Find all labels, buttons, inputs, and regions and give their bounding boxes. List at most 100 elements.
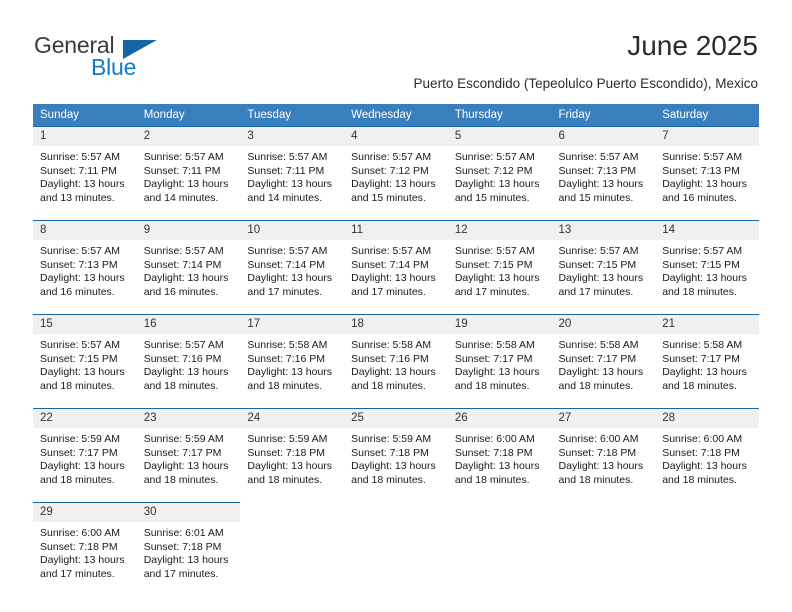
day-number: 17 — [240, 315, 345, 334]
calendar-day-cell[interactable]: 16 Sunrise: 5:57 AM Sunset: 7:16 PM Dayligh… — [136, 314, 241, 400]
day-number: 25 — [344, 409, 448, 428]
sunrise-text: Sunrise: 6:00 AM — [558, 433, 639, 445]
generalblue-logo[interactable]: General Blue — [34, 32, 224, 82]
week-row-spacer-cell — [33, 306, 759, 314]
calendar-day-cell[interactable]: 30 Sunrise: 6:01 AM Sunset: 7:18 PM Dayligh… — [136, 502, 241, 588]
day-number: 18 — [344, 315, 448, 334]
day-sun-info — [344, 521, 448, 526]
sunrise-text: Sunrise: 5:57 AM — [558, 151, 639, 163]
day-number — [551, 502, 656, 521]
sunrise-text: Sunrise: 5:57 AM — [143, 245, 224, 257]
calendar-day-cell[interactable]: 12 Sunrise: 5:57 AM Sunset: 7:15 PM Dayligh… — [447, 220, 552, 306]
sunrise-text: Sunrise: 5:57 AM — [40, 151, 120, 163]
calendar-day-cell — [447, 502, 552, 588]
daylight-text: Daylight: 13 hours and 14 minutes. — [247, 178, 333, 204]
day-sun-info: Sunrise: 5:57 AM Sunset: 7:14 PM Daylight:… — [137, 240, 241, 299]
sunset-text: Sunset: 7:13 PM — [558, 164, 637, 177]
calendar-day-cell[interactable]: 20 Sunrise: 5:58 AM Sunset: 7:17 PM Dayligh… — [551, 314, 656, 400]
calendar-day-cell[interactable]: 1 Sunrise: 5:57 AM Sunset: 7:11 PM Daylight… — [33, 126, 137, 212]
page-subtitle: Puerto Escondido (Tepeolulco Puerto Esco… — [413, 76, 758, 91]
calendar-day-cell[interactable]: 4 Sunrise: 5:57 AM Sunset: 7:12 PM Daylight… — [344, 126, 448, 212]
daylight-text: Daylight: 13 hours and 13 minutes. — [40, 178, 125, 204]
sunset-text: Sunset: 7:17 PM — [662, 352, 740, 365]
calendar-day-cell[interactable]: 8 Sunrise: 5:57 AM Sunset: 7:13 PM Daylight… — [33, 220, 137, 306]
calendar-day-cell[interactable]: 2 Sunrise: 5:57 AM Sunset: 7:11 PM Daylight… — [136, 126, 241, 212]
calendar-day-cell[interactable]: 10 Sunrise: 5:57 AM Sunset: 7:14 PM Dayligh… — [240, 220, 345, 306]
calendar-day-cell[interactable]: 9 Sunrise: 5:57 AM Sunset: 7:14 PM Daylight… — [136, 220, 241, 306]
calendar-day-cell[interactable]: 17 Sunrise: 5:58 AM Sunset: 7:16 PM Dayligh… — [240, 314, 345, 400]
sunset-text: Sunset: 7:18 PM — [454, 446, 533, 459]
calendar-day-cell[interactable]: 28 Sunrise: 6:00 AM Sunset: 7:18 PM Dayligh… — [655, 408, 759, 494]
calendar-day-cell[interactable]: 14 Sunrise: 5:57 AM Sunset: 7:15 PM Dayligh… — [655, 220, 759, 306]
day-sun-info: Sunrise: 5:58 AM Sunset: 7:17 PM Daylight:… — [655, 334, 759, 393]
sunset-text: Sunset: 7:12 PM — [351, 164, 429, 177]
day-sun-info: Sunrise: 5:57 AM Sunset: 7:12 PM Daylight:… — [344, 146, 448, 205]
calendar-day-cell[interactable]: 22 Sunrise: 5:59 AM Sunset: 7:17 PM Dayligh… — [33, 408, 137, 494]
calendar-day-cell[interactable]: 24 Sunrise: 5:59 AM Sunset: 7:18 PM Dayligh… — [240, 408, 345, 494]
weekday-header-sunday: Sunday — [33, 104, 137, 126]
calendar-week-row: 22 Sunrise: 5:59 AM Sunset: 7:17 PM Dayligh… — [33, 408, 759, 494]
calendar-day-cell[interactable]: 25 Sunrise: 5:59 AM Sunset: 7:18 PM Dayligh… — [344, 408, 448, 494]
daylight-text: Daylight: 13 hours and 18 minutes. — [247, 460, 333, 486]
day-box: 1 Sunrise: 5:57 AM Sunset: 7:11 PM Daylight… — [33, 126, 137, 212]
day-number — [655, 502, 759, 521]
calendar-day-cell[interactable]: 21 Sunrise: 5:58 AM Sunset: 7:17 PM Dayligh… — [655, 314, 759, 400]
day-box: 23 Sunrise: 5:59 AM Sunset: 7:17 PM Dayligh… — [136, 408, 241, 494]
calendar-day-cell[interactable]: 6 Sunrise: 5:57 AM Sunset: 7:13 PM Daylight… — [551, 126, 656, 212]
day-number: 26 — [447, 409, 552, 428]
calendar-day-cell[interactable]: 29 Sunrise: 6:00 AM Sunset: 7:18 PM Dayligh… — [33, 502, 137, 588]
day-number: 20 — [551, 315, 656, 334]
day-sun-info: Sunrise: 5:57 AM Sunset: 7:11 PM Daylight:… — [33, 146, 137, 205]
day-sun-info — [552, 521, 656, 526]
sunset-text: Sunset: 7:15 PM — [454, 258, 533, 271]
sunrise-text: Sunrise: 6:00 AM — [662, 433, 743, 445]
calendar-day-cell[interactable]: 27 Sunrise: 6:00 AM Sunset: 7:18 PM Dayligh… — [551, 408, 656, 494]
sunrise-text: Sunrise: 5:58 AM — [351, 339, 432, 351]
week-row-spacer-cell — [33, 212, 759, 220]
day-sun-info: Sunrise: 5:57 AM Sunset: 7:15 PM Daylight:… — [552, 240, 656, 299]
day-sun-info: Sunrise: 5:57 AM Sunset: 7:15 PM Daylight:… — [33, 334, 137, 393]
day-box: 15 Sunrise: 5:57 AM Sunset: 7:15 PM Dayligh… — [33, 314, 137, 400]
day-sun-info: Sunrise: 5:57 AM Sunset: 7:11 PM Daylight:… — [240, 146, 344, 205]
day-sun-info: Sunrise: 5:57 AM Sunset: 7:14 PM Daylight:… — [240, 240, 344, 299]
daylight-text: Daylight: 13 hours and 18 minutes. — [40, 460, 125, 486]
calendar-day-cell[interactable]: 5 Sunrise: 5:57 AM Sunset: 7:12 PM Daylight… — [447, 126, 552, 212]
calendar-day-cell[interactable]: 15 Sunrise: 5:57 AM Sunset: 7:15 PM Dayligh… — [33, 314, 137, 400]
calendar-day-cell[interactable]: 18 Sunrise: 5:58 AM Sunset: 7:16 PM Dayligh… — [344, 314, 448, 400]
calendar-day-cell[interactable]: 7 Sunrise: 5:57 AM Sunset: 7:13 PM Daylight… — [655, 126, 759, 212]
sunrise-text: Sunrise: 5:58 AM — [558, 339, 639, 351]
calendar-head: Sunday Monday Tuesday Wednesday Thursday… — [33, 104, 759, 126]
day-sun-info: Sunrise: 5:57 AM Sunset: 7:11 PM Daylight:… — [137, 146, 241, 205]
daylight-text: Daylight: 13 hours and 18 minutes. — [558, 366, 644, 392]
day-number: 5 — [447, 127, 552, 146]
day-number: 30 — [136, 503, 241, 522]
calendar-day-cell[interactable]: 26 Sunrise: 6:00 AM Sunset: 7:18 PM Dayligh… — [447, 408, 552, 494]
sunset-text: Sunset: 7:11 PM — [143, 164, 221, 177]
day-box: 4 Sunrise: 5:57 AM Sunset: 7:12 PM Daylight… — [344, 126, 448, 212]
day-sun-info: Sunrise: 5:59 AM Sunset: 7:18 PM Daylight:… — [344, 428, 448, 487]
calendar-day-cell[interactable]: 11 Sunrise: 5:57 AM Sunset: 7:14 PM Dayligh… — [344, 220, 448, 306]
weekday-header-wednesday: Wednesday — [344, 104, 448, 126]
calendar-body: 1 Sunrise: 5:57 AM Sunset: 7:11 PM Daylight… — [33, 126, 759, 588]
sunrise-text: Sunrise: 5:57 AM — [662, 245, 743, 257]
sunrise-text: Sunrise: 5:57 AM — [454, 151, 535, 163]
day-box — [447, 502, 552, 588]
calendar-day-cell[interactable]: 19 Sunrise: 5:58 AM Sunset: 7:17 PM Dayligh… — [447, 314, 552, 400]
day-number: 2 — [136, 127, 241, 146]
daylight-text: Daylight: 13 hours and 15 minutes. — [454, 178, 540, 204]
day-sun-info: Sunrise: 6:00 AM Sunset: 7:18 PM Daylight:… — [552, 428, 656, 487]
day-number: 19 — [447, 315, 552, 334]
daylight-text: Daylight: 13 hours and 17 minutes. — [351, 272, 436, 298]
calendar-day-cell[interactable]: 13 Sunrise: 5:57 AM Sunset: 7:15 PM Dayligh… — [551, 220, 656, 306]
sunset-text: Sunset: 7:15 PM — [40, 352, 118, 365]
day-sun-info: Sunrise: 5:57 AM Sunset: 7:13 PM Daylight:… — [655, 146, 759, 205]
logo-text-blue: Blue — [91, 54, 137, 80]
sunset-text: Sunset: 7:18 PM — [558, 446, 637, 459]
day-number: 14 — [655, 221, 759, 240]
sunset-text: Sunset: 7:16 PM — [143, 352, 222, 365]
day-sun-info: Sunrise: 5:57 AM Sunset: 7:13 PM Daylight:… — [33, 240, 137, 299]
calendar-day-cell[interactable]: 23 Sunrise: 5:59 AM Sunset: 7:17 PM Dayligh… — [136, 408, 241, 494]
weekday-header-row: Sunday Monday Tuesday Wednesday Thursday… — [33, 104, 759, 126]
daylight-text: Daylight: 13 hours and 18 minutes. — [351, 460, 436, 486]
calendar-day-cell[interactable]: 3 Sunrise: 5:57 AM Sunset: 7:11 PM Daylight… — [240, 126, 345, 212]
